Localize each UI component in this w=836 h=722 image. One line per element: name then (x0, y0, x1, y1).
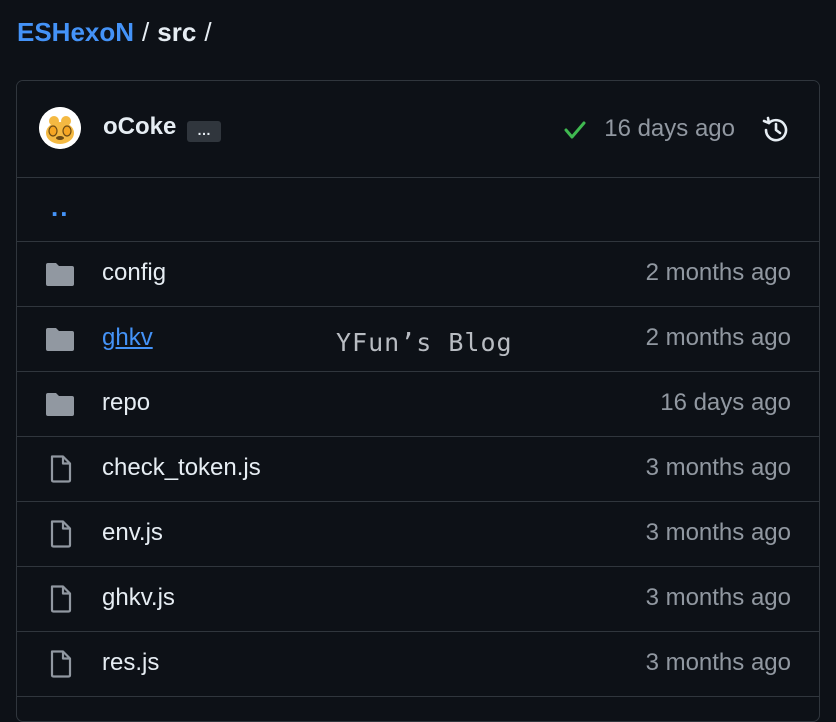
folder-icon (44, 325, 76, 353)
file-link[interactable]: res.js (102, 649, 159, 677)
file-row-env-js[interactable]: env.js 3 months ago (17, 502, 819, 567)
breadcrumb: ESHexoN / src / (17, 14, 212, 50)
file-row-check-token-js[interactable]: check_token.js 3 months ago (17, 437, 819, 502)
folder-icon (44, 390, 76, 418)
file-row-repo[interactable]: repo 16 days ago (17, 372, 819, 437)
last-commit-time[interactable]: 16 days ago (660, 389, 791, 417)
last-commit-time[interactable]: 2 months ago (646, 259, 791, 287)
folder-link[interactable]: config (102, 259, 166, 287)
last-commit-time[interactable]: 2 months ago (646, 324, 791, 352)
breadcrumb-separator: / (142, 16, 150, 47)
last-commit-time[interactable]: 3 months ago (646, 649, 791, 677)
breadcrumb-repo-link[interactable]: ESHexoN (17, 17, 134, 48)
file-link[interactable]: env.js (102, 519, 163, 547)
latest-commit-header: oCoke … 16 days ago (17, 81, 819, 178)
folder-link[interactable]: repo (102, 389, 150, 417)
file-link[interactable]: ghkv.js (102, 584, 175, 612)
file-icon (44, 455, 76, 483)
last-commit-time[interactable]: 3 months ago (646, 454, 791, 482)
file-row-res-js[interactable]: res.js 3 months ago (17, 632, 819, 697)
commit-time[interactable]: 16 days ago (604, 115, 735, 143)
last-commit-time[interactable]: 3 months ago (646, 584, 791, 612)
check-icon[interactable] (562, 117, 588, 143)
history-icon[interactable] (760, 114, 792, 146)
folder-icon (44, 260, 76, 288)
last-commit-time[interactable]: 3 months ago (646, 519, 791, 547)
file-icon (44, 650, 76, 678)
commit-message-toggle-button[interactable]: … (187, 121, 221, 142)
file-icon (44, 520, 76, 548)
file-row-config[interactable]: config 2 months ago (17, 242, 819, 307)
commit-author[interactable]: oCoke (103, 113, 176, 141)
parent-directory-row[interactable]: .. (17, 178, 819, 242)
breadcrumb-current-dir: src (157, 16, 197, 47)
file-list-box: oCoke … 16 days ago .. config 2 months ag… (16, 80, 820, 722)
parent-directory-link[interactable]: .. (51, 192, 69, 223)
avatar[interactable] (39, 107, 81, 149)
file-icon (44, 585, 76, 613)
folder-link[interactable]: ghkv (102, 324, 153, 352)
breadcrumb-separator: / (204, 16, 212, 47)
file-row-ghkv-js[interactable]: ghkv.js 3 months ago (17, 567, 819, 632)
file-row-ghkv[interactable]: ghkv 2 months ago (17, 307, 819, 372)
file-link[interactable]: check_token.js (102, 454, 261, 482)
